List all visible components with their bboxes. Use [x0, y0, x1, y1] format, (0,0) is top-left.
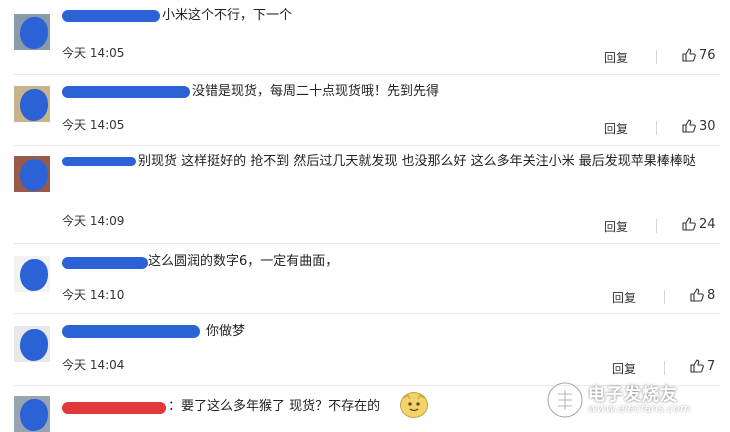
- separator: [664, 361, 665, 375]
- avatar[interactable]: [14, 396, 50, 432]
- like-count: 24: [699, 217, 716, 232]
- comment-time: 今天 14:05: [62, 118, 125, 132]
- like-count: 76: [699, 48, 716, 63]
- separator: [656, 121, 657, 135]
- watermark-logo: 电子发烧友 www.elecfans.com: [546, 378, 716, 422]
- comment-time: 今天 14:09: [62, 214, 125, 228]
- like-button[interactable]: 24: [682, 217, 716, 232]
- like-count: 30: [699, 119, 716, 134]
- reply-button[interactable]: 回复: [604, 120, 628, 137]
- like-button[interactable]: 7: [690, 359, 715, 374]
- avatar[interactable]: [14, 256, 50, 292]
- divider: [14, 313, 720, 314]
- like-count: 7: [707, 359, 716, 374]
- separator: [656, 50, 657, 64]
- separator: [664, 290, 665, 304]
- avatar[interactable]: [14, 326, 50, 362]
- divider: [14, 243, 720, 244]
- electronic-fans-logo-icon: [546, 381, 584, 419]
- comment-time: 今天 14:05: [62, 46, 125, 60]
- username-redacted[interactable]: [62, 10, 160, 22]
- thumbs-up-icon: [690, 359, 704, 373]
- thumbs-up-icon: [690, 288, 704, 302]
- cat-face-emoji-icon: [400, 392, 428, 418]
- avatar[interactable]: [14, 86, 50, 122]
- divider: [14, 145, 720, 146]
- username-redacted[interactable]: [62, 86, 190, 98]
- separator: [656, 219, 657, 233]
- reply-button[interactable]: 回复: [604, 49, 628, 66]
- avatar[interactable]: [14, 156, 50, 192]
- watermark-url: www.elecfans.com: [588, 402, 691, 415]
- thumbs-up-icon: [682, 48, 696, 62]
- comment-time: 今天 14:10: [62, 288, 125, 302]
- thumbs-up-icon: [682, 217, 696, 231]
- comment-text: 没错是现货，每周二十点现货哦！先到先得: [192, 84, 440, 99]
- username-redacted[interactable]: [62, 402, 166, 414]
- comment-text: 这么圆润的数字6，一定有曲面，: [148, 254, 339, 269]
- divider: [14, 74, 720, 75]
- like-button[interactable]: 8: [690, 288, 715, 303]
- like-button[interactable]: 76: [682, 48, 716, 63]
- comment-text: 你做梦: [206, 324, 246, 339]
- comment-feed: 小米这个不行，下一个 今天 14:05 回复 76 没错是现货，每周二十点现货哦…: [0, 0, 730, 432]
- username-redacted[interactable]: [62, 325, 200, 338]
- thumbs-up-icon: [682, 119, 696, 133]
- comment-text: ：要了这么多年猴了 现货？不存在的: [168, 399, 381, 414]
- like-button[interactable]: 30: [682, 119, 716, 134]
- comment-text: 别现货 这样挺好的 抢不到 然后过几天就发现 也没那么好 这么多年关注小米 最后…: [138, 154, 696, 169]
- reply-button[interactable]: 回复: [612, 360, 636, 377]
- reply-button[interactable]: 回复: [612, 289, 636, 306]
- comment-text: 小米这个不行，下一个: [162, 8, 293, 23]
- avatar[interactable]: [14, 14, 50, 50]
- username-redacted[interactable]: [62, 257, 148, 269]
- comment-time: 今天 14:04: [62, 358, 125, 372]
- like-count: 8: [707, 288, 716, 303]
- reply-button[interactable]: 回复: [604, 218, 628, 235]
